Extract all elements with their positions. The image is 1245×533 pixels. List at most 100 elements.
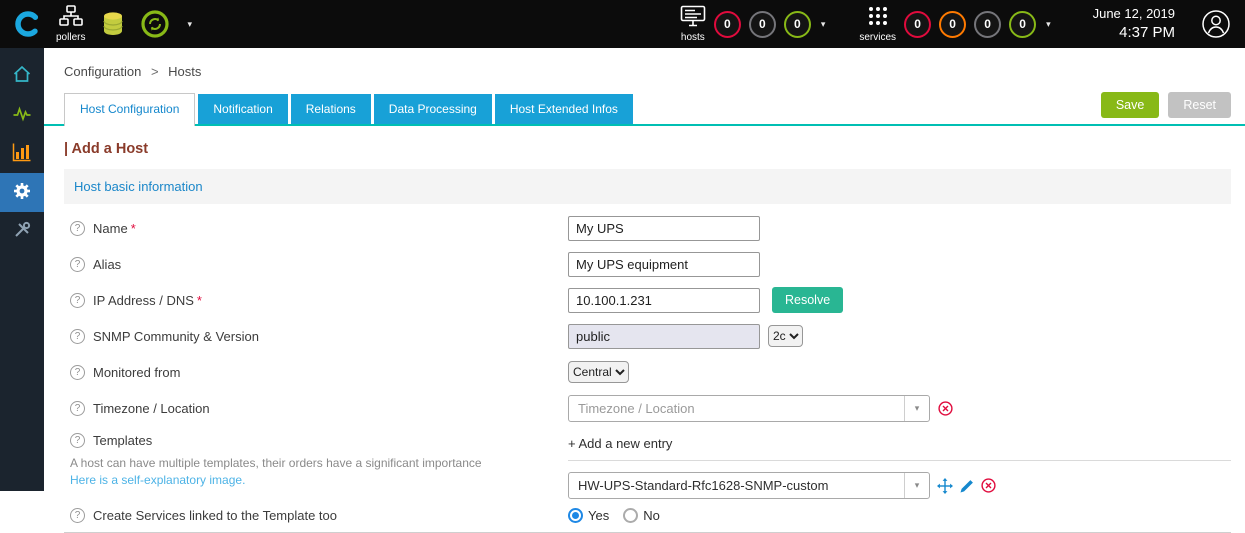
hosts-down-counter[interactable]: 0 xyxy=(714,11,741,38)
tab-host-extended-infos[interactable]: Host Extended Infos xyxy=(495,94,633,124)
clear-timezone-icon[interactable] xyxy=(938,401,953,416)
time-text: 4:37 PM xyxy=(1093,23,1175,43)
services-ok-counter[interactable]: 0 xyxy=(1009,11,1036,38)
form-row-snmp: ? SNMP Community & Version 2c xyxy=(64,318,1231,354)
services-unknown-counter[interactable]: 0 xyxy=(974,11,1001,38)
form-row-ip: ? IP Address / DNS* Resolve xyxy=(64,282,1231,318)
snmp-community-input[interactable] xyxy=(568,324,760,349)
help-icon[interactable]: ? xyxy=(70,293,85,308)
sidebar-item-monitoring[interactable] xyxy=(0,95,44,134)
config-status-ok-icon[interactable] xyxy=(141,10,169,38)
date-text: June 12, 2019 xyxy=(1093,6,1175,23)
breadcrumb-hosts[interactable]: Hosts xyxy=(168,64,201,79)
chevron-down-icon[interactable]: ▾ xyxy=(821,19,826,30)
edit-template-icon[interactable] xyxy=(960,479,974,493)
add-template-entry-button[interactable]: + Add a new entry xyxy=(568,433,1231,461)
radio-no-control[interactable] xyxy=(623,508,638,523)
pollers-icon xyxy=(59,5,83,30)
help-icon[interactable]: ? xyxy=(70,433,85,448)
template-select[interactable]: HW-UPS-Standard-Rfc1628-SNMP-custom ▾ xyxy=(568,472,930,499)
help-icon[interactable]: ? xyxy=(70,401,85,416)
home-icon xyxy=(12,64,32,87)
ip-input[interactable] xyxy=(568,288,760,313)
hosts-status-group: hosts 0 0 0 ▾ xyxy=(680,5,826,43)
timezone-placeholder: Timezone / Location xyxy=(578,401,695,416)
tab-bar: Host Configuration Notification Relation… xyxy=(44,92,1245,126)
services-icon xyxy=(867,5,889,30)
sidebar-item-reporting[interactable] xyxy=(0,134,44,173)
topbar: pollers ▾ xyxy=(0,0,1245,48)
bar-chart-icon xyxy=(12,142,32,165)
resolve-button[interactable]: Resolve xyxy=(772,287,843,313)
pollers-label: pollers xyxy=(56,32,85,43)
snmp-version-select[interactable]: 2c xyxy=(768,325,803,347)
services-menu[interactable]: services xyxy=(859,5,896,43)
alias-label: Alias xyxy=(93,257,121,272)
heartbeat-icon xyxy=(12,103,32,126)
sidebar-item-administration[interactable] xyxy=(0,212,44,251)
label-text: IP Address / DNS xyxy=(93,293,194,308)
help-icon[interactable]: ? xyxy=(70,329,85,344)
chevron-down-icon[interactable]: ▾ xyxy=(187,19,192,30)
hosts-unreachable-counter[interactable]: 0 xyxy=(749,11,776,38)
form-content: | Add a Host Host basic information ? Na… xyxy=(44,126,1245,533)
gear-icon xyxy=(12,181,32,204)
centreon-logo[interactable] xyxy=(0,0,56,48)
chevron-down-icon[interactable]: ▾ xyxy=(1046,19,1051,30)
templates-help-text: A host can have multiple templates, thei… xyxy=(70,456,568,470)
form-row-timezone: ? Timezone / Location Timezone / Locatio… xyxy=(64,390,1231,426)
radio-no-label: No xyxy=(643,508,660,523)
user-menu-icon[interactable] xyxy=(1201,9,1231,39)
sidebar-item-home[interactable] xyxy=(0,56,44,95)
help-icon[interactable]: ? xyxy=(70,257,85,272)
help-icon[interactable]: ? xyxy=(70,221,85,236)
timezone-select[interactable]: Timezone / Location ▾ xyxy=(568,395,930,422)
create-services-label: Create Services linked to the Template t… xyxy=(93,508,337,523)
page-title: | Add a Host xyxy=(64,141,1231,157)
timezone-label: Timezone / Location xyxy=(93,401,210,416)
sidebar-item-configuration[interactable] xyxy=(0,173,44,212)
form-row-create-services: ? Create Services linked to the Template… xyxy=(64,499,1231,533)
chevron-down-icon: ▾ xyxy=(904,396,929,421)
create-services-radio-group: Yes No xyxy=(568,508,660,523)
templates-label: Templates xyxy=(93,433,152,448)
templates-help-link[interactable]: Here is a self-explanatory image. xyxy=(70,473,245,487)
required-mark: * xyxy=(131,221,136,236)
tab-relations[interactable]: Relations xyxy=(291,94,371,124)
help-icon[interactable]: ? xyxy=(70,365,85,380)
pollers-menu[interactable]: pollers xyxy=(56,5,85,43)
tab-host-configuration[interactable]: Host Configuration xyxy=(64,93,195,126)
name-label: Name* xyxy=(93,221,136,236)
hosts-menu[interactable]: hosts xyxy=(680,5,706,43)
alias-input[interactable] xyxy=(568,252,760,277)
services-critical-counter[interactable]: 0 xyxy=(904,11,931,38)
database-icon[interactable] xyxy=(101,11,125,37)
radio-yes-control[interactable] xyxy=(568,508,583,523)
radio-yes[interactable]: Yes xyxy=(568,508,609,523)
name-input[interactable] xyxy=(568,216,760,241)
form-row-alias: ? Alias xyxy=(64,246,1231,282)
breadcrumb-configuration[interactable]: Configuration xyxy=(64,64,141,79)
reset-button[interactable]: Reset xyxy=(1168,92,1231,118)
main-area: Configuration > Hosts Host Configuration… xyxy=(44,48,1245,491)
monitored-from-select[interactable]: Central xyxy=(568,361,629,383)
hosts-up-counter[interactable]: 0 xyxy=(784,11,811,38)
snmp-label: SNMP Community & Version xyxy=(93,329,259,344)
services-label: services xyxy=(859,32,896,43)
section-header: Host basic information xyxy=(64,169,1231,204)
help-icon[interactable]: ? xyxy=(70,508,85,523)
ip-label: IP Address / DNS* xyxy=(93,293,202,308)
save-button[interactable]: Save xyxy=(1101,92,1160,118)
required-mark: * xyxy=(197,293,202,308)
radio-no[interactable]: No xyxy=(623,508,660,523)
tab-notification[interactable]: Notification xyxy=(198,94,287,124)
services-status-group: services 0 0 0 0 ▾ xyxy=(859,5,1050,43)
centreon-logo-icon xyxy=(13,9,43,39)
sidebar xyxy=(0,48,44,491)
services-warning-counter[interactable]: 0 xyxy=(939,11,966,38)
tab-data-processing[interactable]: Data Processing xyxy=(374,94,492,124)
form-actions: Save Reset xyxy=(1101,92,1231,124)
move-template-icon[interactable] xyxy=(937,478,953,494)
breadcrumb-separator: > xyxy=(151,64,159,79)
tools-icon xyxy=(12,220,32,243)
